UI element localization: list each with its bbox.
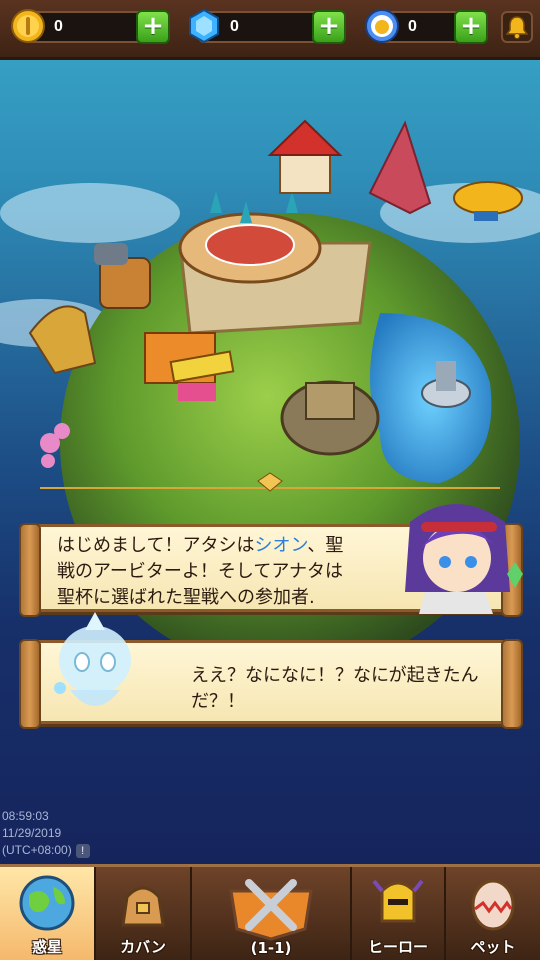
medal-value: 0 (408, 18, 417, 35)
tab-hero[interactable]: ヒーロー (352, 867, 446, 960)
tab-bag-label: カバン (120, 938, 166, 956)
red-roof-house[interactable] (267, 119, 343, 194)
tab-pet[interactable]: ペット (446, 867, 540, 960)
stone-fortress[interactable] (280, 380, 380, 456)
arbiter-girl-portrait (405, 504, 523, 614)
add-gold-button[interactable]: + (136, 10, 170, 44)
tab-hero-label: ヒーロー (367, 938, 428, 956)
blue-gem-icon (189, 8, 219, 44)
tab-pet-label: ペット (470, 938, 516, 956)
clock-date: 11/29/2019 (2, 826, 62, 840)
clock-warning-icon[interactable]: ! (75, 844, 90, 858)
clock-timezone: (UTC+08:00) (2, 843, 72, 857)
tab-planet-label: 惑星 (31, 938, 62, 956)
crystal-mountain (368, 120, 432, 215)
clock-time: 08:59:03 (2, 809, 49, 823)
medal-icon (365, 9, 399, 43)
tab-battle[interactable]: (1-1) (192, 867, 352, 960)
tab-bag[interactable]: カバン (96, 867, 192, 960)
dialog-arbiter-text: はじめまして！アタシはシオン、聖 戦のアービターよ！そしてアナタは 聖杯に選ばれ… (57, 535, 344, 608)
medal-counter: 0 + (365, 9, 488, 44)
server-clock: 08:59:03 11/29/2019 (UTC+08:00)! (2, 808, 90, 859)
gold-coin-icon (11, 9, 45, 43)
notification-button[interactable] (501, 11, 533, 43)
bottom-nav: 惑星 カバン (1-1) ヒーロー ペット (0, 864, 540, 960)
tab-battle-label: (1-1) (250, 939, 292, 957)
knight-helmet-icon (372, 879, 424, 923)
crossed-swords-icon (229, 879, 313, 941)
resource-bar: 0 + 0 + 0 + (0, 0, 540, 60)
pet-egg-icon (471, 879, 515, 931)
gem-counter: 0 + (189, 8, 346, 44)
bell-icon (505, 16, 529, 39)
ghost-spirit-portrait (54, 612, 131, 706)
planet-icon (19, 875, 75, 931)
gold-value: 0 (54, 18, 63, 35)
arena-building[interactable] (178, 191, 322, 284)
tab-planet[interactable]: 惑星 (0, 867, 96, 960)
dialog-spirit-text: ええ？なになに！？なにが起きたん だ？！ (191, 665, 479, 712)
gold-counter: 0 + (11, 9, 170, 44)
add-gem-button[interactable]: + (312, 10, 346, 44)
gem-value: 0 (230, 18, 239, 35)
cannon-tower[interactable] (94, 243, 151, 309)
add-medal-button[interactable]: + (454, 10, 488, 44)
bag-icon (121, 886, 165, 927)
